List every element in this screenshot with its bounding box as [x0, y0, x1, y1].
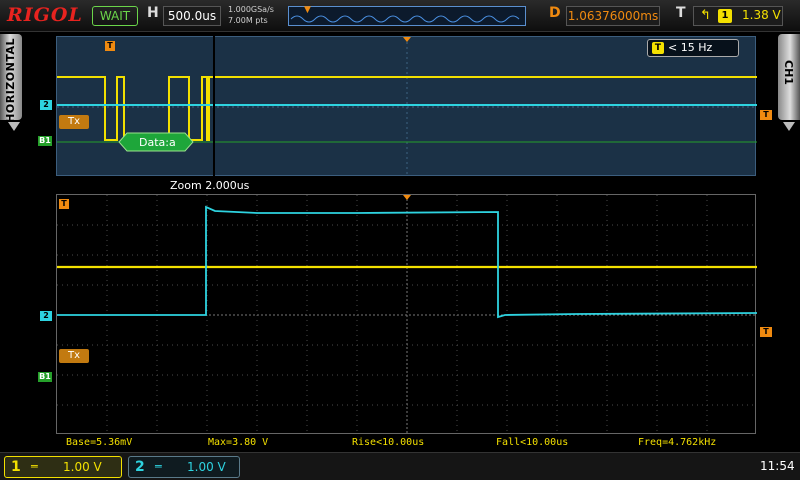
timebase-readout[interactable]: 500.0us: [163, 6, 221, 26]
rising-edge-icon: ↰: [700, 8, 711, 23]
ch1-scale: 1.00 V: [63, 460, 102, 474]
dc-coupling-icon: ═: [155, 460, 162, 473]
measure-freq[interactable]: Freq=4.762kHz: [638, 437, 716, 448]
memory-waveform-preview: [290, 15, 520, 23]
main-tx-label[interactable]: Tx: [59, 349, 89, 363]
rigol-logo: RIGOL: [7, 4, 83, 26]
memory-position-bar[interactable]: ▼: [288, 5, 526, 26]
trigger-frequency-box: T < 15 Hz: [647, 39, 739, 57]
sample-rate: 1.000GSa/s: [228, 5, 274, 14]
decode-packet-label: Data:a: [139, 136, 176, 149]
trigger-level-marker-main[interactable]: T: [760, 327, 772, 337]
ch1-status-badge[interactable]: 1 ═ 1.00 V: [4, 456, 122, 478]
tx-label[interactable]: Tx: [59, 115, 89, 129]
horizontal-label: H: [147, 5, 159, 21]
trigger-source-badge: 1: [718, 9, 732, 23]
measure-fall[interactable]: Fall<10.00us: [496, 437, 568, 448]
trigger-level-marker-overview[interactable]: T: [760, 110, 772, 120]
channel-tab-arrow-icon: [783, 122, 795, 131]
zoom-window-indicator[interactable]: [213, 36, 215, 176]
dc-coupling-icon: ═: [31, 460, 38, 473]
measure-base[interactable]: Base=5.36mV: [66, 437, 132, 448]
zoom-timebase-label: Zoom 2.000us: [170, 179, 250, 192]
channel-menu-tab[interactable]: CH1: [778, 34, 800, 120]
delay-label: D: [549, 5, 561, 21]
overview-grid: Data:a: [57, 37, 757, 177]
measurement-bar: Base=5.36mV Max=3.80 V Rise<10.00us Fall…: [56, 436, 756, 450]
measure-rise[interactable]: Rise<10.00us: [352, 437, 424, 448]
run-state-indicator[interactable]: WAIT: [92, 6, 138, 26]
ch2-scale: 1.00 V: [187, 460, 226, 474]
main-trigger-position-marker: T: [59, 199, 69, 209]
horizontal-tab-label: HORIZONTAL: [4, 38, 17, 123]
trigger-level: 1.38 V: [742, 8, 781, 22]
trigger-frequency-value: < 15 Hz: [668, 41, 713, 54]
overview-trigger-position-marker: T: [105, 41, 115, 51]
memory-depth: 7.00M pts: [228, 16, 268, 25]
trigger-delay-readout[interactable]: 1.06376000ms: [566, 6, 660, 26]
ch1-number: 1: [11, 459, 21, 475]
bus-marker-overview[interactable]: B1: [38, 136, 52, 146]
channel-status-bar: 1 ═ 1.00 V 2 ═ 1.00 V 11:54: [0, 452, 800, 480]
ch2-number: 2: [135, 459, 145, 475]
ch2-status-badge[interactable]: 2 ═ 1.00 V: [128, 456, 240, 478]
measure-max[interactable]: Max=3.80 V: [208, 437, 268, 448]
horizontal-menu-tab[interactable]: HORIZONTAL: [0, 34, 22, 123]
zoomed-waveform-window[interactable]: T Tx: [56, 194, 757, 435]
trigger-settings[interactable]: ↰ 1 1.38 V: [693, 6, 783, 26]
overview-waveform-window[interactable]: Data:a Tx T T < 15 Hz: [56, 36, 757, 177]
horizontal-tab-arrow-icon: [8, 122, 20, 131]
channel-tab-label: CH1: [782, 60, 795, 85]
trigger-label: T: [676, 5, 686, 21]
status-bar: RIGOL WAIT H 500.0us 1.000GSa/s 7.00M pt…: [0, 0, 800, 32]
trigger-freq-icon: T: [652, 42, 664, 54]
bus-marker-main[interactable]: B1: [38, 372, 52, 382]
main-grid: [57, 195, 757, 435]
ch2-offset-marker-main[interactable]: 2: [40, 311, 52, 321]
ch2-offset-marker-overview[interactable]: 2: [40, 100, 52, 110]
clock: 11:54: [760, 459, 795, 473]
